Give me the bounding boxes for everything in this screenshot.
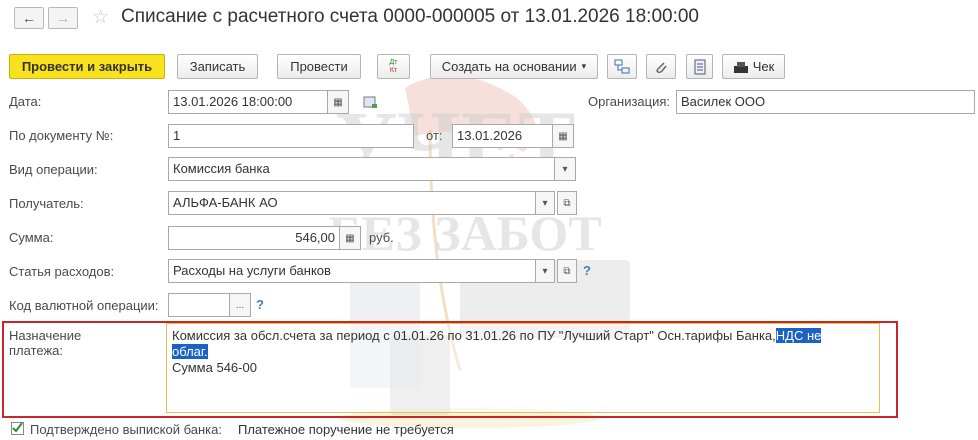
currency-label: руб. bbox=[369, 230, 394, 245]
receipt-label: Чек bbox=[752, 59, 775, 74]
recipient-open-button[interactable]: ⧉ bbox=[557, 191, 577, 215]
chevron-down-icon: ▾ bbox=[562, 163, 568, 175]
from-calendar-button[interactable]: ▦ bbox=[552, 124, 574, 148]
hierarchy-icon bbox=[614, 59, 630, 73]
page-title: Списание с расчетного счета 0000-000005 … bbox=[121, 6, 699, 27]
operation-type-dropdown[interactable]: ▾ bbox=[554, 157, 576, 181]
payment-purpose-label: Назначение платежа: bbox=[9, 328, 82, 358]
attach-button[interactable] bbox=[646, 54, 676, 79]
confirmed-label: Подтверждено выпиской банка: bbox=[30, 422, 222, 437]
calendar-icon: ▦ bbox=[333, 96, 343, 108]
from-date-input[interactable]: 13.01.2026 bbox=[452, 124, 553, 148]
organization-label: Организация: bbox=[588, 94, 671, 109]
currency-operation-label: Код валютной операции: bbox=[9, 298, 159, 313]
expense-item-open-button[interactable]: ⧉ bbox=[557, 259, 577, 283]
confirmed-checkbox[interactable] bbox=[11, 422, 24, 435]
forward-arrow-icon: → bbox=[56, 10, 70, 26]
credit-icon-label: Кт bbox=[389, 66, 398, 74]
operation-type-select[interactable]: Комиссия банка bbox=[168, 157, 555, 181]
date-label: Дата: bbox=[9, 94, 42, 109]
doc-calendar-icon[interactable] bbox=[363, 95, 379, 112]
save-button[interactable]: Записать bbox=[177, 54, 258, 79]
structure-button[interactable] bbox=[607, 54, 637, 79]
document-list-icon bbox=[694, 59, 705, 74]
purpose-text-line1: Комиссия за обсл.счета за период с 01.01… bbox=[172, 328, 776, 343]
currency-operation-select-button[interactable]: ... bbox=[229, 293, 251, 317]
purpose-selected-text-1: НДС не bbox=[775, 328, 822, 343]
calculator-icon: ▦ bbox=[345, 232, 355, 244]
recipient-input[interactable]: АЛЬФА-БАНК АО bbox=[168, 191, 536, 215]
doc-number-label: По документу №: bbox=[9, 128, 114, 143]
checkmark-icon bbox=[12, 422, 23, 433]
operation-type-label: Вид операции: bbox=[9, 162, 98, 177]
post-and-close-button[interactable]: Провести и закрыть bbox=[9, 54, 165, 79]
doc-number-input[interactable]: 1 bbox=[168, 124, 414, 148]
receipt-button[interactable]: Чек bbox=[722, 54, 785, 79]
currency-operation-input[interactable] bbox=[168, 293, 230, 317]
forward-button[interactable]: → bbox=[48, 7, 78, 29]
open-icon: ⧉ bbox=[563, 265, 571, 277]
debit-icon-label: Дт bbox=[389, 58, 398, 66]
back-button[interactable]: ← bbox=[14, 7, 44, 29]
expense-help-icon[interactable]: ? bbox=[583, 263, 591, 278]
back-arrow-icon: ← bbox=[22, 10, 36, 26]
date-input[interactable]: 13.01.2026 18:00:00 bbox=[168, 90, 328, 114]
confirmed-value: Платежное поручение не требуется bbox=[238, 422, 454, 437]
chevron-down-icon: ▾ bbox=[542, 265, 548, 277]
recipient-label: Получатель: bbox=[9, 196, 84, 211]
create-based-on-button[interactable]: Создать на основании ▾ bbox=[430, 54, 598, 79]
purpose-text-line3: Сумма 546-00 bbox=[172, 360, 257, 375]
payment-purpose-textarea[interactable]: Комиссия за обсл.счета за период с 01.01… bbox=[166, 323, 880, 413]
expense-item-input[interactable]: Расходы на услуги банков bbox=[168, 259, 536, 283]
purpose-selected-text-2: облаг. bbox=[172, 344, 208, 359]
cash-register-icon bbox=[733, 61, 748, 73]
from-date-label: от: bbox=[426, 128, 443, 143]
amount-label: Сумма: bbox=[9, 230, 54, 245]
calendar-button[interactable]: ▦ bbox=[327, 90, 349, 114]
organization-input[interactable]: Василек ООО bbox=[676, 90, 975, 114]
amount-input[interactable]: 546,00 bbox=[168, 226, 340, 250]
chevron-down-icon: ▾ bbox=[581, 61, 587, 71]
open-icon: ⧉ bbox=[563, 197, 571, 209]
calendar-icon: ▦ bbox=[558, 130, 568, 142]
create-based-label: Создать на основании bbox=[441, 59, 577, 74]
chevron-down-icon: ▾ bbox=[542, 197, 548, 209]
report-button[interactable] bbox=[686, 54, 713, 79]
calculator-button[interactable]: ▦ bbox=[339, 226, 361, 250]
currency-operation-help-icon[interactable]: ? bbox=[256, 297, 264, 312]
recipient-dropdown[interactable]: ▾ bbox=[535, 191, 555, 215]
dt-kt-button[interactable]: Дт Кт bbox=[377, 54, 410, 79]
expense-item-dropdown[interactable]: ▾ bbox=[535, 259, 555, 283]
favorite-star-icon[interactable]: ☆ bbox=[92, 6, 109, 29]
post-button[interactable]: Провести bbox=[277, 54, 361, 79]
paperclip-icon bbox=[656, 61, 667, 73]
expense-item-label: Статья расходов: bbox=[9, 264, 115, 279]
